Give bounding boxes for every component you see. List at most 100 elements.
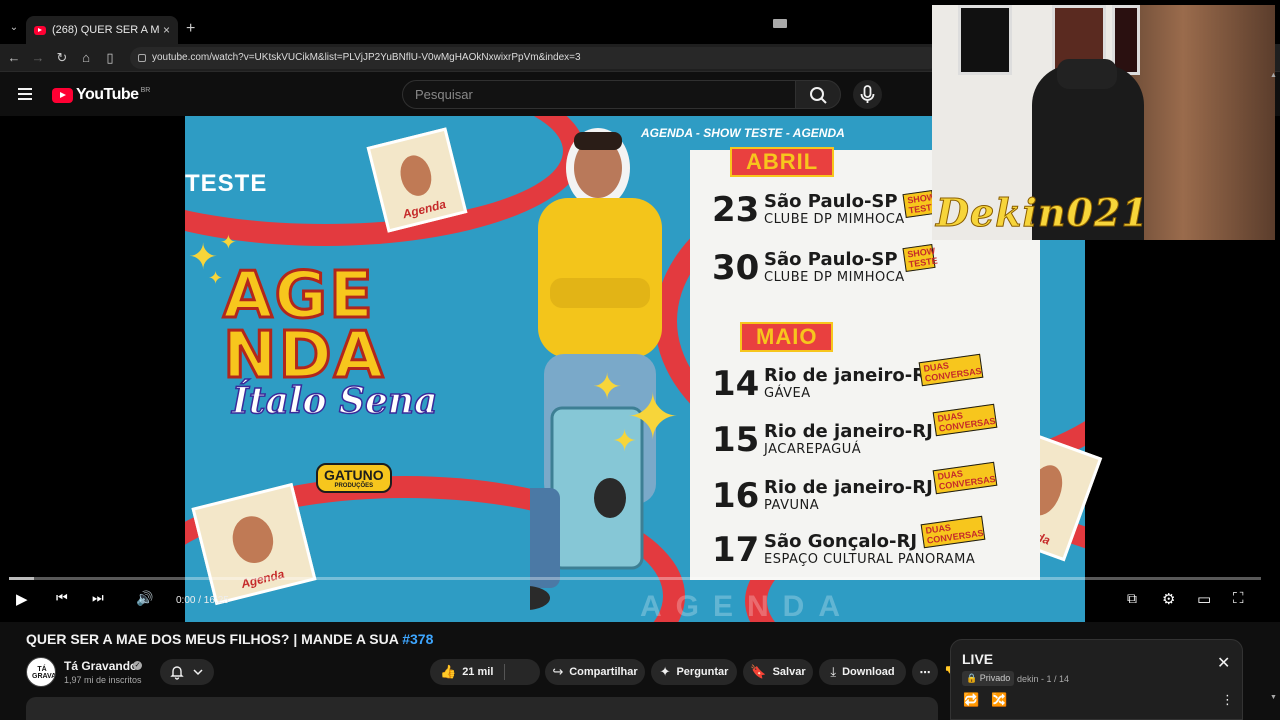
progress-bar[interactable] [9, 577, 1261, 580]
youtube-logo[interactable]: YouTube BR [52, 86, 150, 104]
channel-avatar[interactable]: TÁ GRAVANDO [26, 657, 56, 687]
scrollbar-up-arrow-icon[interactable]: ▲ [1270, 72, 1277, 79]
privacy-label: Privado [979, 673, 1011, 683]
event-venue: CLUBE DP MIMHOCA [764, 212, 905, 227]
event-day: 15 [712, 420, 760, 460]
agenda-line: AGE [222, 259, 375, 333]
search-button[interactable] [795, 80, 841, 109]
volume-button[interactable]: 🔊 [136, 590, 153, 607]
event-venue: GÁVEA [764, 386, 811, 401]
producer-logo: GATUNO PRODUÇÕES [316, 463, 392, 493]
settings-button[interactable]: ⚙ [1162, 590, 1175, 608]
chair-headrest [1057, 59, 1117, 89]
keyboard-icon[interactable] [773, 19, 787, 28]
video-hashtag[interactable]: #378 [402, 631, 433, 647]
youtube-favicon-icon [34, 25, 46, 35]
wall-poster [1112, 5, 1140, 75]
ask-button[interactable]: ✦ Perguntar [651, 659, 737, 685]
playlist-panel: LIVE ✕ 🔒 Privado dekin - 1 / 14 🔁 🔀 ⋮ [950, 639, 1243, 720]
save-label: Salvar [772, 666, 806, 678]
producer-sub: PRODUÇÕES [334, 483, 374, 489]
subtitles-button[interactable]: ⧉ [1127, 590, 1137, 607]
event-city: Rio de janeiro-RJ [764, 421, 933, 442]
event-city: São Paulo-SP [764, 249, 898, 270]
artist-name: Ítalo Sena [231, 379, 438, 423]
event-venue: ESPAÇO CULTURAL PANORAMA [764, 552, 976, 567]
bookmark-icon: 🔖 [750, 664, 767, 679]
site-info-icon[interactable] [138, 54, 146, 62]
tab-close-icon[interactable]: × [163, 23, 170, 37]
ask-label: Perguntar [676, 666, 729, 678]
sparkle-icon: ✦ [612, 425, 638, 458]
time-display: 0:00 / 16:25 [176, 595, 229, 606]
browser-tab[interactable]: (268) QUER SER A MAE DOS M × [26, 16, 178, 44]
tab-list-button[interactable]: ⌄ [6, 22, 22, 38]
agenda-line: NDA [222, 319, 386, 393]
schedule-event: 16 Rio de janeiro-RJ PAVUNA [712, 476, 933, 516]
microphone-icon [860, 85, 875, 103]
playlist-meta: dekin - 1 / 14 [1017, 674, 1070, 684]
video-title: QUER SER A MAE DOS MEUS FILHOS? | MANDE … [26, 631, 433, 647]
schedule-event: 23 São Paulo-SP CLUBE DP MIMHOCA [712, 190, 905, 230]
sparkle-icon: ✦ [208, 268, 224, 288]
youtube-play-icon [52, 87, 73, 103]
thumbnail-ribbon: AGENDA - SHOW TESTE - AGENDA [641, 126, 845, 140]
search-icon [810, 87, 827, 104]
download-label: Download [842, 666, 895, 678]
address-bar[interactable]: youtube.com/watch?v=UKtskVUCikM&list=PLV… [130, 47, 940, 69]
save-button[interactable]: 🔖 Salvar [743, 659, 813, 685]
share-icon: ↪ [552, 664, 564, 679]
share-button[interactable]: ↪ Compartilhar [545, 659, 645, 685]
voice-search-button[interactable] [853, 80, 882, 109]
play-button[interactable]: ▶ [16, 590, 28, 608]
youtube-wordmark: YouTube [76, 86, 139, 103]
more-vertical-icon[interactable]: ⋮ [1221, 692, 1234, 708]
search-input[interactable]: Pesquisar [402, 80, 796, 109]
event-city: São Paulo-SP [764, 191, 898, 212]
previous-button[interactable]: ⏮ [56, 590, 68, 606]
shuffle-icon[interactable]: 🔀 [991, 692, 1007, 708]
schedule-event: 15 Rio de janeiro-RJ JACAREPAGUÁ [712, 420, 933, 460]
tab-title: (268) QUER SER A MAE DOS M [52, 24, 159, 36]
event-day: 14 [712, 364, 760, 404]
forward-button[interactable]: → [30, 50, 46, 66]
video-title-text: QUER SER A MAE DOS MEUS FILHOS? | MANDE … [26, 631, 403, 647]
share-label: Compartilhar [569, 666, 638, 678]
close-icon[interactable]: ✕ [1217, 656, 1230, 672]
agenda-title: AGE NDA [222, 259, 503, 393]
privacy-badge: 🔒 Privado [962, 671, 1015, 686]
like-count: 21 mil [462, 666, 494, 678]
channel-name[interactable]: Tá Gravando [64, 659, 137, 673]
loop-icon[interactable]: 🔁 [963, 692, 979, 708]
wall-poster [958, 5, 1012, 75]
fullscreen-button[interactable]: ⛶ [1233, 590, 1244, 607]
lock-icon: 🔒 [966, 673, 978, 683]
event-venue: PAVUNA [764, 498, 820, 513]
hamburger-menu-icon[interactable] [18, 88, 32, 100]
notification-bell-button[interactable] [160, 659, 214, 685]
scrollbar-down-arrow-icon[interactable]: ▼ [1270, 694, 1277, 701]
new-tab-button[interactable]: + [186, 20, 195, 38]
month-label: MAIO [740, 322, 834, 352]
playlist-title[interactable]: LIVE [962, 651, 993, 667]
schedule-event: 14 Rio de janeiro-RJ GÁVEA [712, 364, 933, 404]
split-view-button[interactable]: ▯ [102, 50, 118, 66]
next-button[interactable]: ⏭ [92, 590, 104, 606]
back-button[interactable]: ← [6, 50, 22, 66]
event-tag: SHOW TESTE [902, 244, 938, 272]
subscriber-count: 1,97 mi de inscritos [64, 675, 142, 685]
home-button[interactable]: ⌂ [78, 50, 94, 66]
event-day: 17 [712, 530, 760, 570]
more-actions-button[interactable]: ⋯ [912, 659, 938, 685]
verified-badge-icon: ✓ [133, 661, 142, 670]
like-button[interactable]: 👍 21 mil 👎 [430, 659, 958, 685]
description-box[interactable] [26, 697, 938, 720]
reload-button[interactable]: ↻ [54, 50, 70, 66]
schedule-event: 30 São Paulo-SP CLUBE DP MIMHOCA [712, 248, 905, 288]
progress-loaded [9, 577, 35, 580]
url-text: youtube.com/watch?v=UKtskVUCikM&list=PLV… [152, 52, 581, 63]
sparkle-icon: ✦ [592, 366, 623, 407]
download-button[interactable]: ⤓ Download [819, 659, 906, 685]
theater-mode-button[interactable]: ▭ [1197, 590, 1211, 608]
month-label: ABRIL [730, 147, 835, 177]
